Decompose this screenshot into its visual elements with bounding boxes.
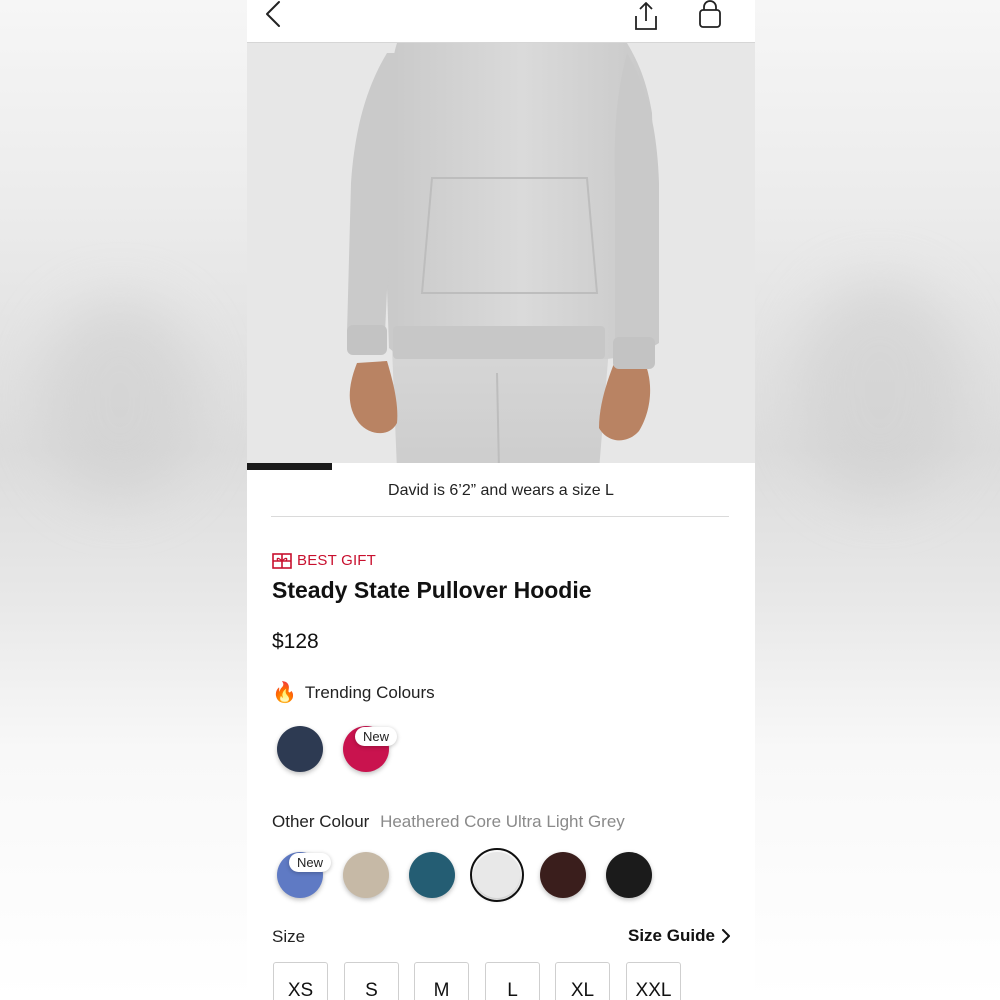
bag-button[interactable] (695, 0, 725, 32)
chevron-left-icon (266, 1, 280, 27)
chevron-right-icon (721, 929, 730, 943)
trending-colours-heading: 🔥 Trending Colours (272, 682, 435, 704)
new-tag: New (355, 727, 398, 746)
size-option-s[interactable]: S (344, 962, 399, 1000)
product-page: David is 6’2” and wears a size L BEST GI… (247, 0, 755, 1000)
size-option-xxl[interactable]: XXL (626, 962, 681, 1000)
product-photo (247, 43, 755, 470)
size-option-xl[interactable]: XL (555, 962, 610, 1000)
product-price: $128 (272, 630, 319, 653)
back-button[interactable] (259, 0, 289, 32)
trending-label: Trending Colours (304, 683, 435, 702)
model-caption: David is 6’2” and wears a size L (388, 482, 614, 499)
swatch-teal[interactable] (409, 852, 455, 898)
swatch-espresso[interactable] (540, 852, 586, 898)
swatch-black[interactable] (606, 852, 652, 898)
swatch-ultra-light-grey[interactable] (474, 852, 520, 898)
divider (271, 516, 729, 517)
size-option-xs[interactable]: XS (273, 962, 328, 1000)
size-guide-label: Size Guide (628, 926, 715, 945)
product-image[interactable] (247, 43, 755, 470)
size-label: Size (272, 927, 306, 946)
shopping-bag-icon (699, 0, 721, 28)
backdrop-right (755, 0, 1000, 1000)
new-tag: New (289, 853, 332, 872)
gallery-progress-indicator (247, 463, 332, 470)
best-gift-badge: BEST GIFT (272, 552, 376, 569)
gift-icon (272, 552, 292, 569)
size-option-l[interactable]: L (485, 962, 540, 1000)
product-title: Steady State Pullover Hoodie (272, 577, 592, 603)
swatch-oat[interactable] (343, 852, 389, 898)
top-nav-bar (247, 0, 755, 43)
size-option-m[interactable]: M (414, 962, 469, 1000)
share-icon (635, 2, 657, 30)
size-guide-link[interactable]: Size Guide (628, 926, 731, 946)
backdrop-left (0, 0, 247, 1000)
swatch-navy[interactable] (277, 726, 323, 772)
selected-colour-name: Heathered Core Ultra Light Grey (380, 812, 625, 831)
badge-label: BEST GIFT (297, 552, 377, 569)
share-button[interactable] (630, 0, 662, 34)
fire-icon: 🔥 (272, 682, 297, 704)
other-colour-row: Other Colour Heathered Core Ultra Light … (272, 812, 625, 832)
other-colour-label: Other Colour (272, 812, 370, 831)
